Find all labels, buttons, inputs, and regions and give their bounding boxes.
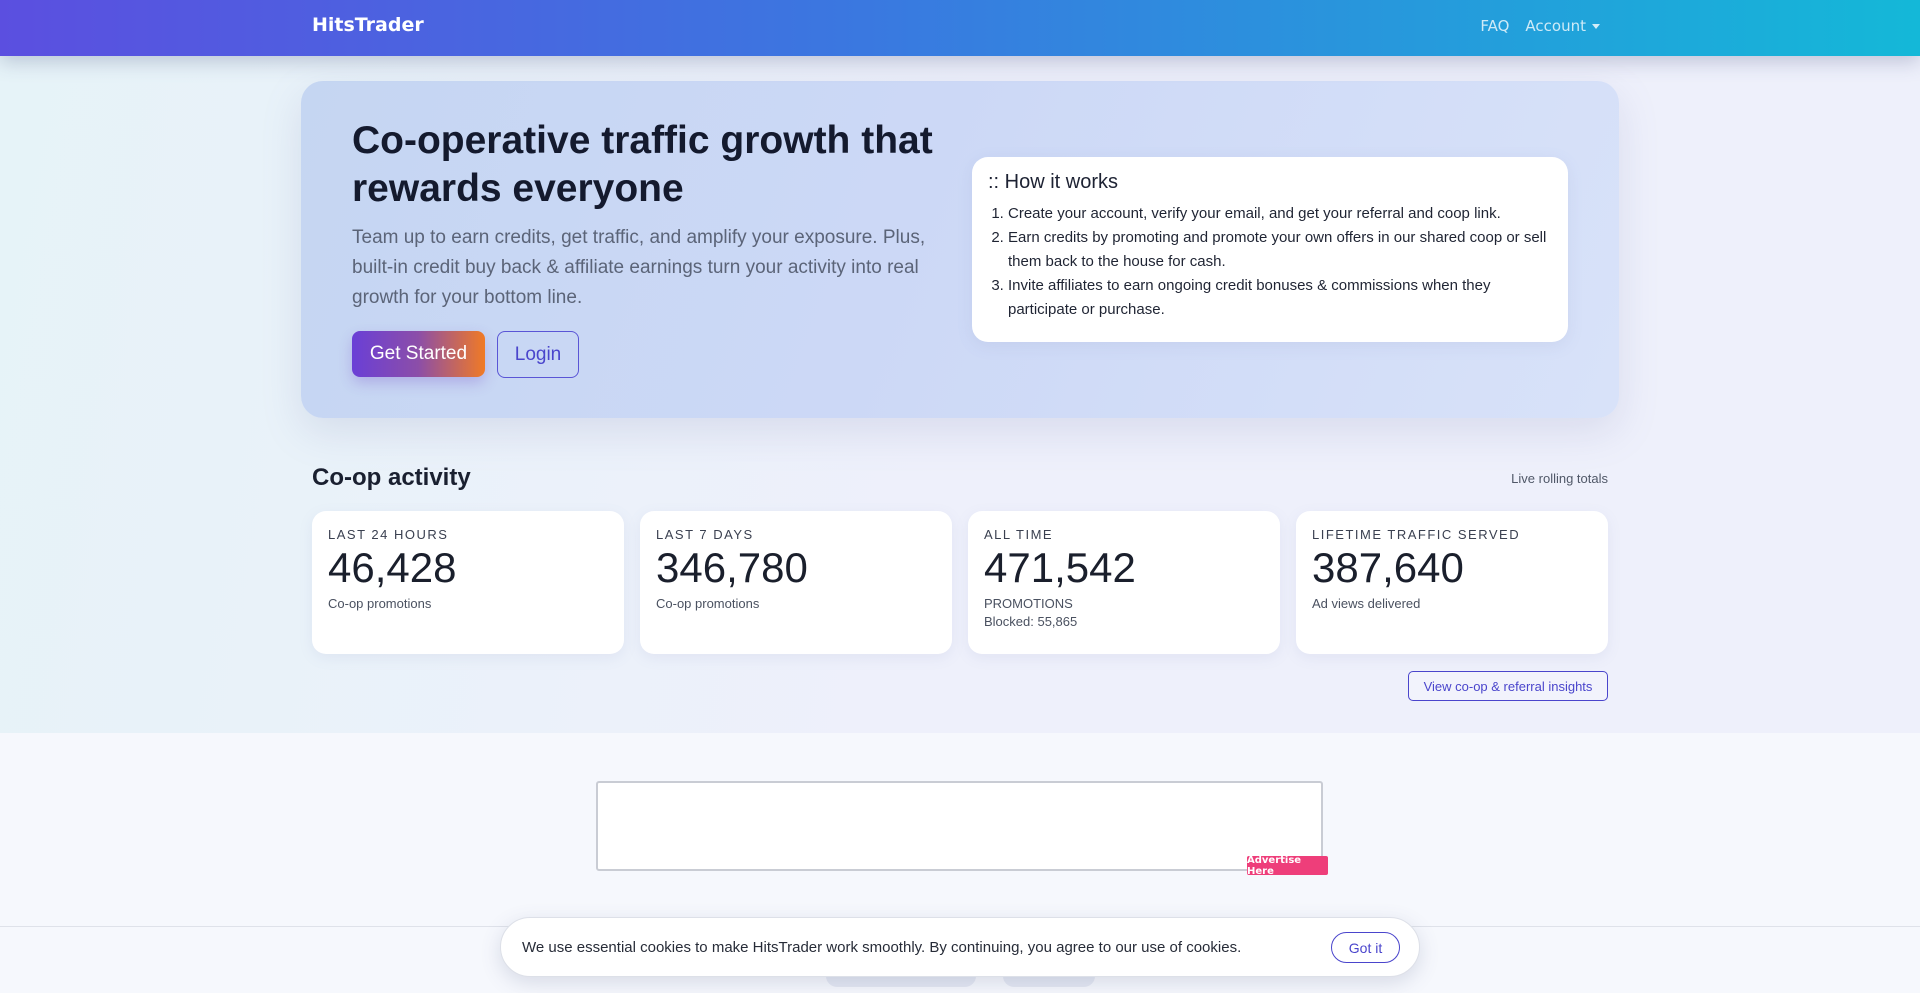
cookie-consent-text: We use essential cookies to make HitsTra… (522, 939, 1242, 956)
hero-subtitle: Team up to earn credits, get traffic, an… (352, 227, 926, 308)
ad-banner-slot[interactable] (596, 781, 1323, 871)
how-it-works-step: Earn credits by promoting and promote yo… (1008, 226, 1552, 274)
how-it-works-step: Create your account, verify your email, … (1008, 202, 1552, 226)
stat-desc: Ad views delivered (1312, 596, 1421, 611)
stat-blocked-count: Blocked: 55,865 (984, 614, 1078, 629)
stat-desc: PROMOTIONS (984, 596, 1073, 611)
stat-label: LAST 24 HOURS (328, 527, 449, 542)
coop-activity-heading: Co-op activity (312, 464, 471, 491)
top-navbar: HitsTrader FAQ Account (0, 0, 1920, 56)
stat-desc: Co-op promotions (328, 596, 432, 611)
chevron-down-icon (1592, 24, 1600, 29)
how-it-works-title: :: How it works (988, 171, 1119, 193)
how-it-works-card: :: How it works Create your account, ver… (972, 157, 1568, 342)
stat-label: LAST 7 DAYS (656, 527, 754, 542)
nav-account-label: Account (1525, 17, 1586, 35)
stat-card-7d: LAST 7 DAYS 346,780 Co-op promotions (640, 511, 952, 654)
nav-account-dropdown[interactable]: Account (1525, 17, 1600, 35)
stat-value: 46,428 (328, 544, 457, 591)
stat-value: 387,640 (1312, 544, 1464, 591)
stat-card-24h: LAST 24 HOURS 46,428 Co-op promotions (312, 511, 624, 654)
how-it-works-list: Create your account, verify your email, … (988, 202, 1552, 322)
brand-logo[interactable]: HitsTrader (312, 14, 424, 36)
stat-value: 346,780 (656, 544, 808, 591)
view-insights-button[interactable]: View co-op & referral insights (1408, 671, 1608, 701)
stat-desc: Co-op promotions (656, 596, 760, 611)
stat-card-all-time: ALL TIME 471,542 PROMOTIONS Blocked: 55,… (968, 511, 1280, 654)
stat-value: 471,542 (984, 544, 1136, 591)
login-button[interactable]: Login (497, 331, 579, 378)
advertise-here-badge[interactable]: Advertise Here (1247, 855, 1328, 877)
cookie-consent-bar: We use essential cookies to make HitsTra… (500, 917, 1420, 977)
cookie-accept-button[interactable]: Got it (1331, 932, 1400, 963)
nav-right: FAQ Account (1480, 17, 1600, 35)
live-totals-note: Live rolling totals (1511, 471, 1608, 486)
how-it-works-step: Invite affiliates to earn ongoing credit… (1008, 274, 1552, 322)
nav-faq-link[interactable]: FAQ (1480, 17, 1509, 35)
hero-title: Co-operative traffic growth that rewards… (352, 119, 933, 210)
stat-card-lifetime-traffic: LIFETIME TRAFFIC SERVED 387,640 Ad views… (1296, 511, 1608, 654)
get-started-button[interactable]: Get Started (352, 331, 485, 377)
hero-panel: Co-operative traffic growth that rewards… (301, 81, 1619, 418)
stat-label: ALL TIME (984, 527, 1054, 542)
stat-label: LIFETIME TRAFFIC SERVED (1312, 527, 1521, 542)
